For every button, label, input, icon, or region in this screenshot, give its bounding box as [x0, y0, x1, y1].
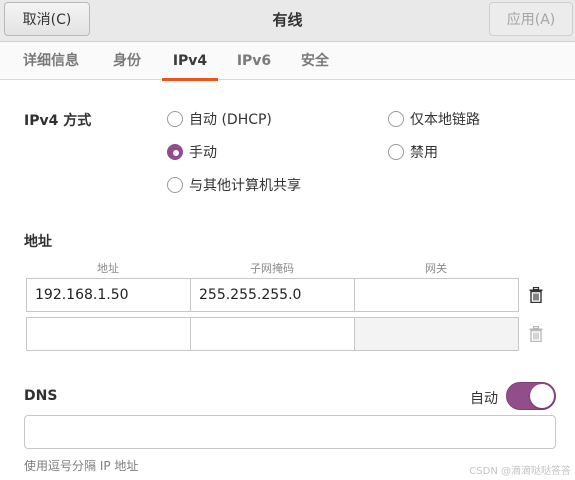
netmask-input[interactable] [190, 317, 355, 351]
radio-indicator [167, 177, 183, 193]
dns-auto-label: 自动 [470, 391, 498, 407]
address-input[interactable] [26, 317, 191, 351]
addresses-label: 地址 [24, 234, 52, 250]
gateway-input[interactable] [354, 278, 519, 312]
delete-address-button[interactable] [518, 317, 554, 351]
tab-identity[interactable]: 身份 [110, 42, 144, 80]
cancel-button[interactable]: 取消(C) [4, 2, 90, 36]
delete-address-button[interactable] [518, 278, 554, 312]
radio-label: 与其他计算机共享 [189, 178, 301, 194]
header-bar: 取消(C) 有线 应用(A) [0, 0, 575, 42]
radio-manual[interactable]: 手动 [167, 142, 217, 162]
radio-label: 手动 [189, 145, 217, 161]
tab-ipv4[interactable]: IPv4 [162, 42, 218, 81]
radio-indicator [388, 144, 404, 160]
trash-icon [529, 326, 543, 342]
radio-label: 自动 (DHCP) [189, 112, 272, 128]
tab-details[interactable]: 详细信息 [20, 42, 82, 80]
radio-indicator [167, 144, 183, 160]
address-input[interactable]: 192.168.1.50 [26, 278, 191, 312]
dns-auto-switch[interactable] [506, 382, 556, 410]
dns-label: DNS [24, 388, 58, 404]
watermark: CSDN @滴滴哒哒答答 [469, 466, 571, 477]
tab-bar: 详细信息 身份 IPv4 IPv6 安全 [0, 42, 575, 81]
tab-ipv6[interactable]: IPv6 [236, 42, 272, 80]
ipv4-method-label: IPv4 方式 [24, 113, 92, 129]
radio-link-local[interactable]: 仅本地链路 [388, 109, 480, 129]
radio-shared[interactable]: 与其他计算机共享 [167, 175, 301, 195]
trash-icon [529, 287, 543, 303]
switch-knob [530, 384, 554, 408]
radio-dhcp[interactable]: 自动 (DHCP) [167, 109, 272, 129]
radio-label: 禁用 [410, 145, 438, 161]
apply-button[interactable]: 应用(A) [489, 2, 573, 36]
gateway-input[interactable] [354, 317, 519, 351]
dns-servers-input[interactable] [24, 415, 556, 449]
netmask-input[interactable]: 255.255.255.0 [190, 278, 355, 312]
radio-indicator [167, 111, 183, 127]
radio-disabled[interactable]: 禁用 [388, 142, 438, 162]
column-header-gateway: 网关 [425, 262, 447, 275]
radio-label: 仅本地链路 [410, 112, 480, 128]
radio-indicator [388, 111, 404, 127]
column-header-netmask: 子网掩码 [250, 262, 294, 275]
tab-security[interactable]: 安全 [298, 42, 332, 80]
column-header-address: 地址 [97, 262, 119, 275]
dns-hint: 使用逗号分隔 IP 地址 [24, 459, 139, 473]
